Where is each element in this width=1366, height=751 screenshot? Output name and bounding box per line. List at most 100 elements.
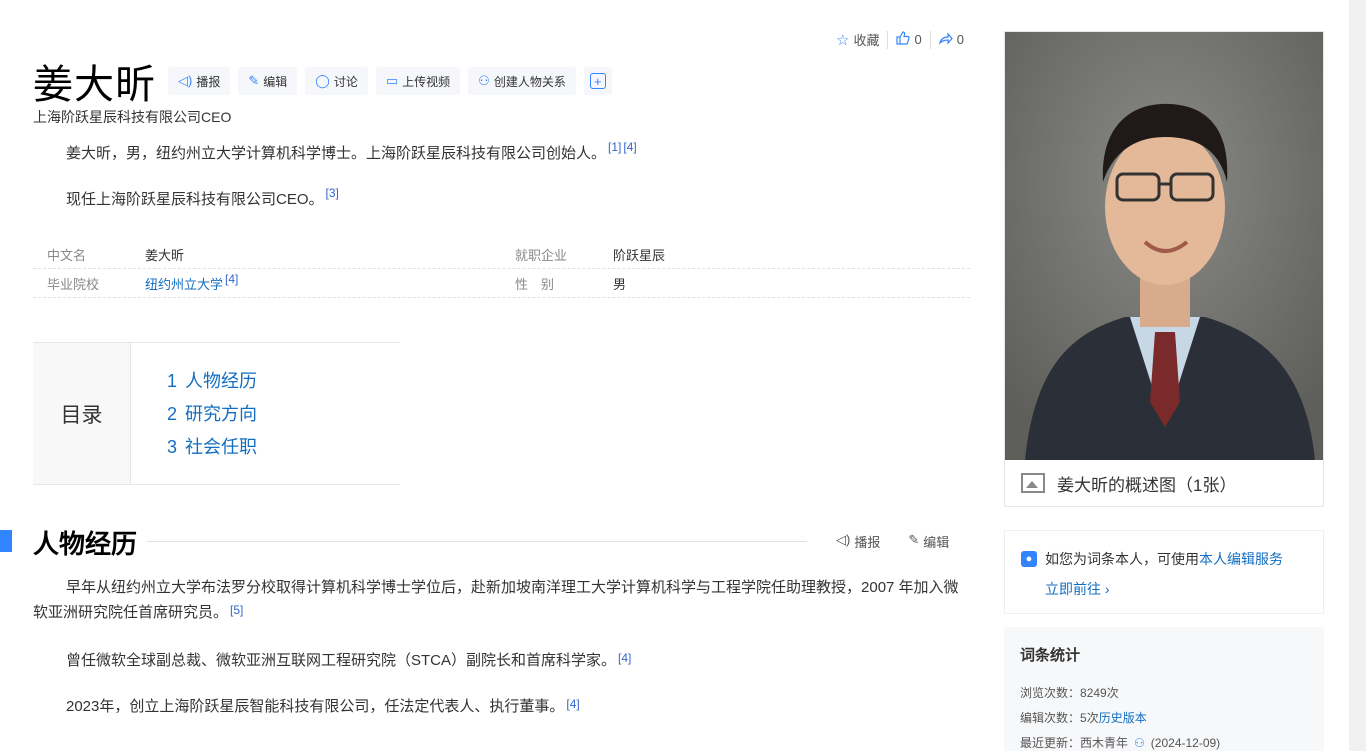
scrollbar[interactable] <box>1349 0 1366 751</box>
update-date: (2024-12-09) <box>1150 736 1221 750</box>
stats-label: 浏览次数： <box>1020 686 1081 700</box>
person-icon: ● <box>1021 551 1037 567</box>
star-icon: ☆ <box>836 31 850 49</box>
catalog-item-positions[interactable]: 3 社会任职 <box>167 431 400 464</box>
discuss-button[interactable]: ◯ 讨论 <box>305 67 368 95</box>
stats-updated: 最近更新：西木青年 ⚇ (2024-12-09) <box>1020 731 1324 751</box>
basic-info: 中文名 姜大昕 就职企业 阶跃星辰 毕业院校 纽约州立大学 [4] 性 别 男 <box>33 240 970 298</box>
ref-link[interactable]: [5] <box>230 603 243 617</box>
catalog-item-experience[interactable]: 1 人物经历 <box>167 365 400 398</box>
ref-link[interactable]: [4] <box>225 272 238 286</box>
catalog: 目录 1 人物经历 2 研究方向 3 社会任职 <box>33 342 400 485</box>
body-paragraph: 2023年，创立上海阶跃星辰智能科技有限公司，任法定代表人、执行董事。 [4] <box>66 694 580 719</box>
info-key: 性 别 <box>515 276 555 292</box>
catalog-label: 人物经历 <box>185 371 258 391</box>
ref-link[interactable]: [4] <box>623 140 636 154</box>
body-text: 曾任微软全球副总裁、微软亚洲互联网工程研究院（STCA）副院长和首席科学家。 <box>66 652 617 669</box>
edit-button[interactable]: ✎ 编辑 <box>238 67 298 95</box>
stats-value: 5次 <box>1080 711 1099 725</box>
plus-icon: + <box>589 73 606 89</box>
self-edit-service: ● 如您为词条本人，可使用 本人编辑服务 立即前往 › <box>1004 530 1324 614</box>
catalog-num: 3 <box>167 437 178 457</box>
info-key: 中文名 <box>47 247 87 263</box>
body-text: 早年从纽约州立大学布法罗分校取得计算机科学博士学位后，赴新加坡南洋理工大学计算机… <box>33 579 959 621</box>
title-row: 姜大昕 ◁) 播报 ✎ 编辑 ◯ 讨论 ▭ 上传视频 ⚇ 创建人物关系 + <box>33 52 620 110</box>
create-relation-button[interactable]: ⚇ 创建人物关系 <box>468 67 576 95</box>
summary-image-card[interactable]: 姜大昕的概述图（1张） <box>1004 31 1324 507</box>
catalog-num: 2 <box>167 404 178 424</box>
share-button[interactable]: 0 <box>931 31 972 49</box>
upload-video-button[interactable]: ▭ 上传视频 <box>375 67 461 95</box>
like-count: 0 <box>914 32 922 47</box>
collect-label: 收藏 <box>853 33 880 48</box>
pill-label: 编辑 <box>263 74 288 89</box>
history-link[interactable]: 历史版本 <box>1099 711 1147 725</box>
chat-icon: ◯ <box>315 73 330 88</box>
info-key: 就职企业 <box>515 247 568 263</box>
like-button[interactable]: 0 <box>888 30 929 49</box>
pencil-icon: ✎ <box>908 532 920 547</box>
caption-text: 姜大昕的概述图（1张） <box>1057 475 1237 495</box>
summary-image-caption[interactable]: 姜大昕的概述图（1张） <box>1005 460 1323 506</box>
lead-paragraph: 姜大昕，男，纽约州立大学计算机科学博士。上海阶跃星辰科技有限公司创始人。 [1][… <box>66 140 637 163</box>
speaker-icon: ◁) <box>178 73 193 88</box>
share-icon <box>938 31 953 49</box>
info-cell: 毕业院校 纽约州立大学 [4] <box>33 272 501 293</box>
portrait-photo <box>1005 32 1323 460</box>
section-edit-button[interactable]: ✎ 编辑 <box>908 532 949 551</box>
stats-title: 词条统计 <box>1020 647 1081 664</box>
section-read-button[interactable]: ◁) 播报 <box>836 532 880 551</box>
service-text: 如您为词条本人，可使用 <box>1045 551 1199 567</box>
section-divider <box>147 541 807 542</box>
info-cell: 性 别 男 <box>501 274 969 293</box>
read-aloud-button[interactable]: ◁) 播报 <box>168 67 231 95</box>
section-tools: ◁) 播报 ✎ 编辑 <box>836 532 949 551</box>
pencil-icon: ✎ <box>248 73 260 88</box>
go-now-link[interactable]: 立即前往 › <box>1045 579 1323 599</box>
lead-text: 现任上海阶跃星辰科技有限公司CEO。 <box>66 191 324 208</box>
subtitle: 上海阶跃星辰科技有限公司CEO <box>33 109 232 125</box>
catalog-item-research[interactable]: 2 研究方向 <box>167 398 400 431</box>
info-value: 男 <box>613 276 627 292</box>
share-count: 0 <box>956 32 964 47</box>
relation-icon: ⚇ <box>478 73 490 88</box>
pill-label: 播报 <box>196 74 221 89</box>
info-value: 阶跃星辰 <box>613 247 666 263</box>
stats-label: 编辑次数： <box>1020 711 1081 725</box>
section-title: 人物经历 <box>33 529 138 559</box>
catalog-label: 社会任职 <box>185 437 258 457</box>
stats-edits: 编辑次数：5次历史版本 <box>1020 706 1324 731</box>
section-marker <box>0 530 12 552</box>
ref-link[interactable]: [3] <box>326 186 339 200</box>
collect-button[interactable]: ☆ 收藏 <box>828 30 887 49</box>
info-cell: 就职企业 阶跃星辰 <box>501 245 969 264</box>
ref-link[interactable]: [4] <box>618 651 631 665</box>
more-button[interactable]: + <box>583 67 612 95</box>
info-value: 姜大昕 <box>145 247 185 263</box>
self-edit-link[interactable]: 本人编辑服务 <box>1199 549 1283 569</box>
video-icon: ▭ <box>385 73 399 88</box>
thumb-up-icon <box>896 30 911 49</box>
picture-icon <box>1021 473 1045 493</box>
body-paragraph: 早年从纽约州立大学布法罗分校取得计算机科学博士学位后，赴新加坡南洋理工大学计算机… <box>33 575 973 625</box>
entry-stats: 词条统计 浏览次数：8249次 编辑次数：5次历史版本 最近更新：西木青年 ⚇ (2… <box>1004 627 1324 751</box>
school-link[interactable]: 纽约州立大学 <box>145 277 223 292</box>
top-actions: ☆ 收藏 0 0 <box>828 30 972 49</box>
ref-link[interactable]: [1] <box>608 140 621 154</box>
catalog-list: 1 人物经历 2 研究方向 3 社会任职 <box>131 343 400 484</box>
updater-name[interactable]: 西木青年 <box>1080 736 1128 750</box>
stats-value: 8249次 <box>1080 686 1119 700</box>
stats-label: 最近更新： <box>1020 736 1081 750</box>
tool-label: 编辑 <box>923 535 950 550</box>
body-text: 2023年，创立上海阶跃星辰智能科技有限公司，任法定代表人、执行董事。 <box>66 698 565 715</box>
pill-label: 上传视频 <box>402 74 451 89</box>
catalog-num: 1 <box>167 371 178 391</box>
ref-link[interactable]: [4] <box>566 697 579 711</box>
catalog-title: 目录 <box>33 343 131 484</box>
info-key: 毕业院校 <box>47 276 100 292</box>
speaker-icon: ◁) <box>836 532 851 547</box>
catalog-label: 研究方向 <box>185 404 258 424</box>
pill-label: 创建人物关系 <box>493 74 566 89</box>
stats-views: 浏览次数：8249次 <box>1020 681 1324 706</box>
tool-label: 播报 <box>854 535 881 550</box>
